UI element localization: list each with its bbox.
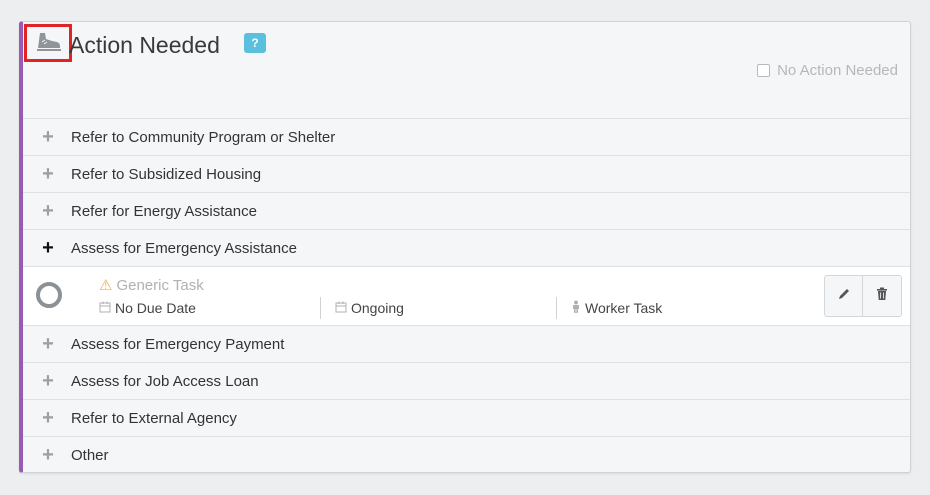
task-frequency: Ongoing (320, 297, 404, 319)
list-item-label: Other (71, 446, 109, 464)
list-item[interactable]: + Refer to External Agency (23, 399, 910, 436)
plus-icon[interactable]: + (23, 164, 71, 184)
list-item[interactable]: + Refer to Subsidized Housing (23, 155, 910, 192)
list-item[interactable]: + Refer for Energy Assistance (23, 192, 910, 229)
list-item[interactable]: + Other (23, 436, 910, 472)
task-type: Worker Task (556, 297, 662, 319)
plus-icon[interactable]: + (23, 371, 71, 391)
task-actions (824, 275, 902, 317)
plus-icon[interactable]: + (23, 445, 71, 465)
delete-button[interactable] (863, 275, 902, 317)
plus-icon[interactable]: + (23, 127, 71, 147)
calendar-icon (335, 301, 347, 316)
help-button[interactable]: ? (244, 33, 266, 53)
list-item-label: Assess for Emergency Assistance (71, 239, 297, 257)
page-title: Action Needed (69, 32, 220, 58)
plus-icon[interactable]: + (23, 334, 71, 354)
list-item-label: Refer to Subsidized Housing (71, 165, 262, 183)
list-item[interactable]: + Assess for Job Access Loan (23, 362, 910, 399)
calendar-icon (99, 301, 111, 316)
warning-icon: ⚠ (99, 277, 113, 294)
list-item-label: Refer to Community Program or Shelter (71, 128, 336, 146)
no-action-label: No Action Needed (777, 62, 898, 79)
action-list: + Refer to Community Program or Shelter … (23, 118, 910, 472)
shoe-icon (34, 30, 62, 57)
plus-icon[interactable]: + (23, 201, 71, 221)
task-row: ⚠ Generic Task No Due Date Ongoing Worke… (23, 266, 910, 325)
list-item-label: Refer to External Agency (71, 409, 237, 427)
list-item-label: Refer for Energy Assistance (71, 202, 257, 220)
shoe-button[interactable] (24, 24, 72, 62)
list-item[interactable]: + Assess for Emergency Assistance (23, 229, 910, 266)
task-name-label: Generic Task (116, 276, 204, 294)
task-due: No Due Date (99, 297, 196, 319)
no-action-needed-checkbox[interactable]: No Action Needed (757, 62, 898, 79)
task-due-label: No Due Date (115, 300, 196, 316)
plus-icon[interactable]: + (23, 408, 71, 428)
checkbox-box[interactable] (757, 64, 771, 77)
worker-icon (571, 300, 581, 316)
plus-icon[interactable]: + (23, 238, 71, 258)
list-item[interactable]: + Refer to Community Program or Shelter (23, 118, 910, 155)
trash-icon (876, 287, 888, 305)
action-needed-panel: Action Needed ? No Action Needed + Refer… (19, 21, 911, 473)
edit-button[interactable] (824, 275, 863, 317)
list-item[interactable]: + Assess for Emergency Payment (23, 325, 910, 362)
list-item-label: Assess for Emergency Payment (71, 335, 285, 353)
panel-header: Action Needed ? No Action Needed (23, 22, 910, 119)
pencil-icon (837, 287, 851, 305)
list-item-label: Assess for Job Access Loan (71, 372, 259, 390)
task-status-circle[interactable] (36, 282, 62, 308)
task-name[interactable]: ⚠ Generic Task (99, 276, 204, 295)
task-frequency-label: Ongoing (351, 300, 404, 316)
task-type-label: Worker Task (585, 300, 663, 316)
